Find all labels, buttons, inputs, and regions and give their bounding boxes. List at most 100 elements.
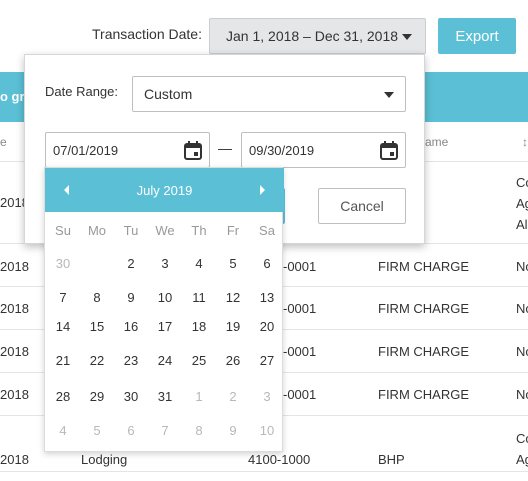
- column-header-date[interactable]: e: [0, 135, 7, 149]
- calendar-day[interactable]: 13: [250, 283, 284, 313]
- cell-code: -0001: [283, 387, 317, 402]
- weekday-label: Fr: [226, 223, 240, 238]
- calendar-day-number: 8: [195, 423, 203, 438]
- calendar-day[interactable]: 7: [148, 416, 182, 446]
- calendar-day[interactable]: 29: [80, 382, 114, 412]
- column-header-name[interactable]: ame: [425, 135, 448, 149]
- calendar-day[interactable]: 30: [114, 382, 148, 412]
- calendar-day[interactable]: 25: [182, 346, 216, 376]
- calendar-day-number: 22: [89, 353, 105, 368]
- cell-name: FIRM CHARGE: [378, 387, 469, 402]
- cell-extra: Al: [516, 217, 528, 232]
- calendar-day-number: 11: [192, 290, 206, 305]
- calendar-day[interactable]: 21: [46, 346, 80, 376]
- start-date-value: 07/01/2019: [53, 142, 119, 158]
- calendar-day-number: 9: [127, 290, 135, 305]
- cell-code: -0001: [283, 301, 317, 316]
- calendar-day[interactable]: 9: [216, 416, 250, 446]
- calendar-day[interactable]: 3: [250, 382, 284, 412]
- calendar-day-number: 15: [89, 319, 105, 334]
- calendar-day-number: 10: [259, 423, 275, 438]
- calendar-day[interactable]: 16: [114, 312, 148, 342]
- calendar-day-number: 3: [161, 256, 169, 271]
- calendar-day[interactable]: 14: [46, 312, 80, 342]
- column-sort-icon[interactable]: ↕: [522, 135, 528, 149]
- calendar-day[interactable]: 27: [250, 346, 284, 376]
- calendar-day[interactable]: 4: [46, 416, 80, 446]
- cell-extra: Ag: [516, 196, 528, 211]
- calendar-day-number: 4: [195, 256, 203, 271]
- calendar-icon[interactable]: [380, 141, 398, 160]
- calendar-day-number: 7: [161, 423, 169, 438]
- calendar-day[interactable]: 6: [250, 249, 284, 279]
- calendar-day[interactable]: 10: [250, 416, 284, 446]
- calendar-day[interactable]: 18: [182, 312, 216, 342]
- calendar-day[interactable]: 12: [216, 283, 250, 313]
- calendar-day[interactable]: 1: [182, 382, 216, 412]
- calendar-day[interactable]: 23: [114, 346, 148, 376]
- start-date-input[interactable]: 07/01/2019: [45, 132, 210, 168]
- calendar-day[interactable]: 3: [148, 249, 182, 279]
- calendar-day-number: 14: [55, 319, 71, 334]
- calendar-day[interactable]: 8: [182, 416, 216, 446]
- weekday-label: Su: [55, 223, 71, 238]
- calendar-day-number: 1: [93, 256, 101, 271]
- calendar-day-number: 1: [195, 389, 203, 404]
- cell-code: -0001: [283, 344, 317, 359]
- calendar-day[interactable]: 11: [182, 283, 216, 313]
- calendar-day-number: 2: [127, 256, 135, 271]
- calendar-day-number: 27: [259, 353, 275, 368]
- cell-name: FIRM CHARGE: [378, 259, 469, 274]
- calendar-day[interactable]: 4: [182, 249, 216, 279]
- cell-date: 2018: [0, 344, 29, 359]
- cell-date: 2018: [0, 301, 29, 316]
- calendar-day[interactable]: 19: [216, 312, 250, 342]
- calendar-day[interactable]: 2: [216, 382, 250, 412]
- end-date-input[interactable]: 09/30/2019: [241, 132, 406, 168]
- calendar-day-selected[interactable]: 1: [80, 247, 114, 281]
- weekday-label: Th: [191, 223, 207, 238]
- calendar-day[interactable]: 8: [80, 283, 114, 313]
- calendar-day[interactable]: 9: [114, 283, 148, 313]
- calendar-day[interactable]: 20: [250, 312, 284, 342]
- calendar-day[interactable]: 7: [46, 283, 80, 313]
- cell-extra: Co: [516, 175, 528, 190]
- date-range-select[interactable]: Custom: [132, 76, 406, 112]
- calendar-day[interactable]: 31: [148, 382, 182, 412]
- calendar-day-number: 13: [259, 290, 275, 305]
- chevron-right-icon[interactable]: [260, 185, 265, 195]
- cancel-button[interactable]: Cancel: [318, 188, 406, 224]
- calendar-day-number: 24: [157, 353, 173, 368]
- end-date-value: 09/30/2019: [249, 142, 315, 158]
- calendar-day[interactable]: 30: [46, 249, 80, 279]
- calendar-day-number: 4: [59, 423, 67, 438]
- calendar-day-number: 25: [191, 353, 207, 368]
- calendar-day[interactable]: 5: [216, 249, 250, 279]
- date-range-dropdown-button[interactable]: Jan 1, 2018 – Dec 31, 2018: [209, 18, 426, 54]
- cell-extra: Co: [516, 431, 528, 446]
- cell-description: Lodging: [81, 452, 128, 467]
- calendar-day[interactable]: 5: [80, 416, 114, 446]
- calendar-day[interactable]: 24: [148, 346, 182, 376]
- calendar-day[interactable]: 26: [216, 346, 250, 376]
- cell-extra: No: [516, 344, 528, 359]
- date-separator: —: [218, 140, 232, 156]
- calendar-header: July 2019: [45, 168, 284, 212]
- calendar-day[interactable]: 17: [148, 312, 182, 342]
- cell-name: FIRM CHARGE: [378, 344, 469, 359]
- export-button[interactable]: Export: [438, 18, 516, 54]
- calendar-day[interactable]: 6: [114, 416, 148, 446]
- caret-down-icon: [402, 34, 412, 40]
- calendar-day[interactable]: 10: [148, 283, 182, 313]
- calendar-day-number: 26: [225, 353, 241, 368]
- calendar-day-number: 3: [263, 389, 271, 404]
- calendar-day-number: 9: [229, 423, 237, 438]
- calendar-day[interactable]: 15: [80, 312, 114, 342]
- calendar-day[interactable]: 28: [46, 382, 80, 412]
- cell-extra: No: [516, 259, 528, 274]
- calendar-day-number: 5: [229, 256, 237, 271]
- calendar-day[interactable]: 2: [114, 249, 148, 279]
- calendar-day-number: 28: [55, 389, 71, 404]
- calendar-day[interactable]: 22: [80, 346, 114, 376]
- calendar-icon[interactable]: [184, 141, 202, 160]
